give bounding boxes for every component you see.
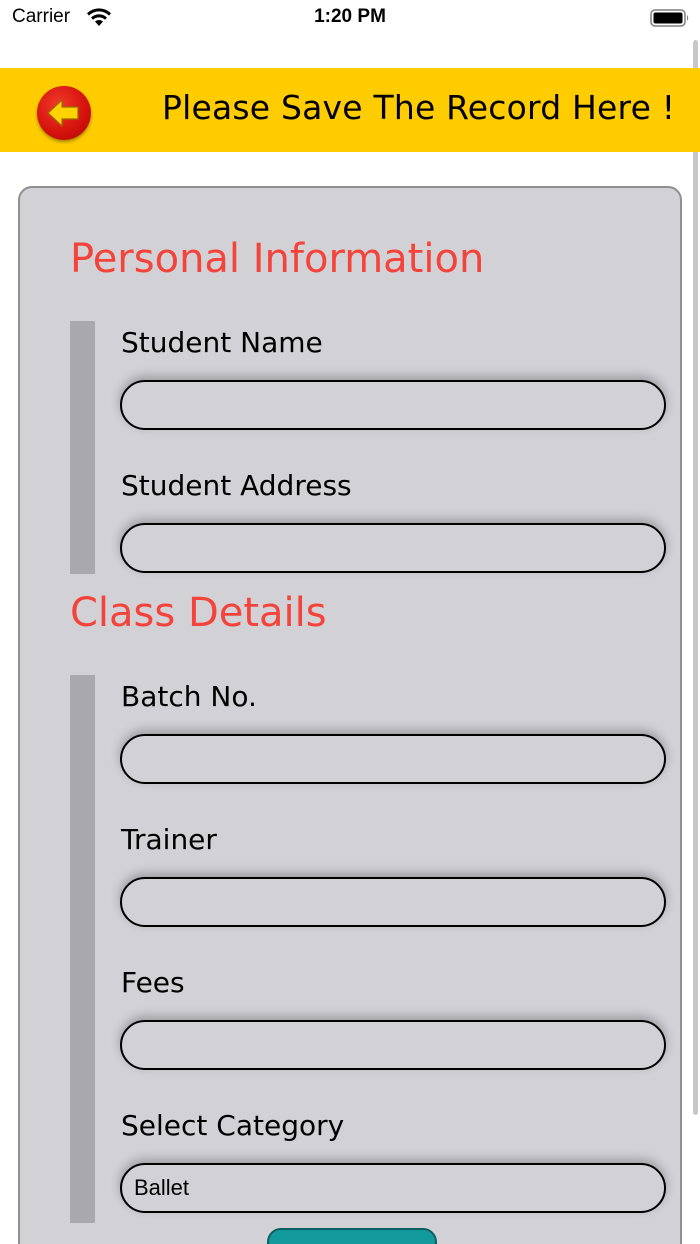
- section-title-class: Class Details: [70, 590, 327, 636]
- header-bar: Please Save The Record Here !: [0, 68, 700, 152]
- batch-field[interactable]: [120, 734, 666, 784]
- category-value: Ballet: [134, 1175, 190, 1200]
- page-title: Please Save The Record Here !: [162, 88, 676, 127]
- category-label: Select Category: [121, 1109, 345, 1142]
- back-button[interactable]: [37, 86, 91, 140]
- section-accent-bar: [70, 675, 95, 1223]
- back-arrow-icon: [47, 98, 79, 128]
- record-form-card: Personal Information Student Name Studen…: [18, 186, 682, 1244]
- batch-label: Batch No.: [121, 680, 257, 713]
- save-button[interactable]: [267, 1228, 437, 1244]
- section-title-personal: Personal Information: [70, 236, 485, 282]
- clock: 1:20 PM: [314, 6, 386, 27]
- fees-label: Fees: [121, 966, 185, 999]
- student-address-field[interactable]: [120, 523, 666, 573]
- trainer-label: Trainer: [121, 823, 217, 856]
- category-select[interactable]: Ballet: [120, 1163, 666, 1213]
- section-accent-bar: [70, 321, 95, 574]
- student-name-field[interactable]: [120, 380, 666, 430]
- student-name-label: Student Name: [121, 326, 323, 359]
- battery-icon: [650, 9, 689, 27]
- fees-field[interactable]: [120, 1020, 666, 1070]
- trainer-field[interactable]: [120, 877, 666, 927]
- status-bar: Carrier 1:20 PM: [0, 0, 700, 40]
- student-address-label: Student Address: [121, 469, 352, 502]
- scrollbar[interactable]: [693, 40, 698, 1115]
